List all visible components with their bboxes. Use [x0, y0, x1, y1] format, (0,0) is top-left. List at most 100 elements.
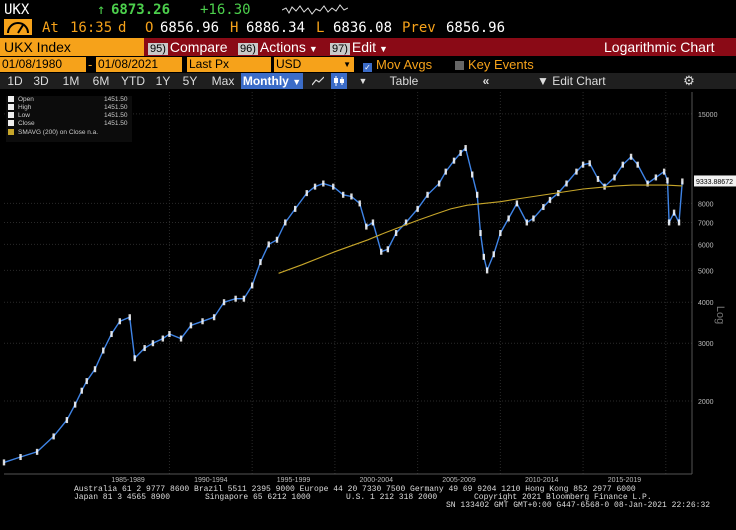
price-point: [416, 205, 419, 212]
price-point: [102, 347, 105, 354]
x-tick-label: 2000-2004: [360, 477, 394, 484]
period-3d[interactable]: 3D: [30, 73, 52, 89]
day-label: d: [118, 20, 127, 36]
y-axis: 2000 3000 4000 5000 6000 7000 8000 15000 Log 9333…: [691, 92, 736, 474]
period-max[interactable]: Max: [208, 73, 238, 89]
open-label: O: [145, 20, 154, 36]
price-point: [666, 177, 669, 184]
price-point: [507, 215, 510, 222]
period-1m[interactable]: 1M: [58, 73, 84, 89]
end-date-field[interactable]: 01/08/2021: [96, 57, 182, 72]
price-point: [365, 223, 368, 230]
legend-row-low: Low 1451.50: [6, 112, 128, 120]
y-axis-title: Log: [714, 306, 726, 324]
footer-singapore: Singapore 65 6212 1000: [205, 493, 311, 502]
frequency-select[interactable]: Monthly ▼: [241, 73, 303, 89]
period-ytd[interactable]: YTD: [118, 73, 148, 89]
actions-menu[interactable]: 96) Actions ▼: [238, 38, 318, 58]
price-point: [19, 454, 22, 461]
security-field[interactable]: UKX Index: [0, 38, 144, 56]
edit-menu[interactable]: 97) Edit ▼: [330, 38, 388, 58]
currency-select[interactable]: USD ▼: [274, 57, 354, 72]
frequency-label: Monthly: [242, 74, 289, 88]
legend-sma-label: SMAVG (200) on Close: [18, 129, 86, 136]
collapse-left-icon[interactable]: «: [476, 73, 496, 89]
currency-value: USD: [276, 57, 302, 71]
price-point: [672, 209, 676, 216]
legend-row-close: Close 1451.50: [6, 120, 128, 128]
currency-dropdown-icon: ▼: [343, 60, 351, 69]
at-label: At: [42, 20, 59, 36]
price-point: [371, 219, 375, 226]
price-point: [482, 253, 486, 260]
compare-menu[interactable]: 95) Compare: [148, 38, 228, 58]
period-1d[interactable]: 1D: [4, 73, 26, 89]
price-point: [380, 248, 383, 255]
price-field-select[interactable]: Last Px: [187, 57, 271, 72]
y-tick-label: 6000: [698, 242, 714, 249]
legend-value: 1451.50: [104, 104, 128, 111]
price-point: [2, 459, 6, 466]
last-price: 6873.26: [111, 2, 171, 18]
key-events-label: Key Events: [468, 57, 534, 72]
price-point: [548, 196, 552, 203]
price-chart[interactable]: 2000 3000 4000 5000 6000 7000 8000 15000 Log 9333…: [0, 89, 736, 530]
period-5y[interactable]: 5Y: [178, 73, 202, 89]
key-events-toggle[interactable]: Key Events: [455, 57, 534, 72]
price-point: [151, 340, 155, 347]
last-arrow-icon: ↑: [97, 2, 106, 18]
price-point: [161, 335, 165, 342]
gear-icon[interactable]: ⚙: [680, 73, 698, 89]
price-point: [284, 219, 287, 226]
price-point: [459, 149, 462, 156]
table-button[interactable]: Table: [386, 73, 422, 89]
price-point: [73, 401, 77, 408]
footer-us: U.S. 1 212 318 2000: [346, 493, 438, 502]
edit-chart-button[interactable]: ▼ Edit Chart: [537, 73, 607, 89]
period-6m[interactable]: 6M: [88, 73, 114, 89]
price-point: [426, 191, 429, 198]
price-point: [222, 299, 226, 306]
price-point: [313, 183, 317, 190]
price-point: [179, 335, 183, 342]
bloomberg-gauge-icon[interactable]: [4, 19, 32, 35]
legend-row-high: High 1451.50: [6, 104, 128, 112]
price-point: [65, 417, 69, 424]
y-tick-label: 3000: [698, 341, 714, 348]
low-label: L: [316, 20, 325, 36]
legend-value: 1451.50: [104, 96, 128, 103]
price-point: [386, 246, 390, 253]
legend-swatch: [8, 120, 14, 126]
x-axis: 1985-1989 1990-1994 1995-1999 2000-2004 2005…: [4, 473, 692, 484]
legend-value: 1451.50: [104, 120, 128, 127]
price-point: [499, 230, 502, 237]
price-point: [654, 174, 658, 181]
mov-avgs-label: Mov Avgs: [376, 57, 433, 72]
price-point: [358, 200, 361, 207]
low-price: 6836.08: [333, 20, 393, 36]
quote-time: 16:35: [70, 20, 113, 36]
legend-row-smavg: SMAVG (200) on Close n.a.: [6, 129, 98, 137]
legend-sma-value: n.a.: [87, 129, 99, 136]
line-chart-icon[interactable]: [310, 73, 326, 89]
price-point: [189, 322, 193, 329]
price-point: [629, 153, 633, 160]
price-point: [681, 178, 684, 185]
price-point: [485, 267, 489, 274]
chart-type-dropdown-icon[interactable]: ▼: [356, 73, 370, 89]
price-point: [201, 318, 204, 325]
candlestick-icon[interactable]: [331, 73, 347, 89]
x-tick-label: 2005-2009: [442, 477, 476, 484]
compare-label: Compare: [169, 39, 228, 55]
legend-label: Close: [18, 120, 35, 127]
prev-price: 6856.96: [446, 20, 506, 36]
frequency-dropdown-icon: ▼: [292, 77, 302, 87]
legend-row-open: Open 1451.50: [6, 96, 128, 104]
start-date-field[interactable]: 01/08/1980: [0, 57, 86, 72]
date-separator: -: [88, 57, 93, 72]
period-1y[interactable]: 1Y: [152, 73, 174, 89]
mov-avgs-toggle[interactable]: ✓ Mov Avgs: [363, 57, 432, 72]
price-point: [259, 259, 262, 266]
price-point: [305, 190, 308, 197]
price-point: [341, 191, 345, 198]
